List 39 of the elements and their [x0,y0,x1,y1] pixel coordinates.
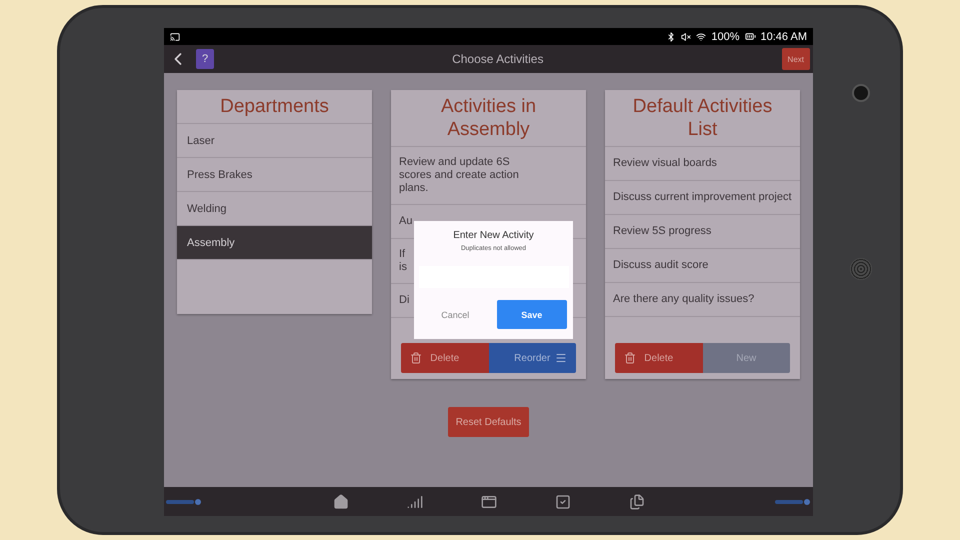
cancel-button[interactable]: Cancel [420,300,490,329]
next-button[interactable]: Next [782,48,810,70]
card-title: Default Activities List [605,90,800,147]
card-title: Activities in Assembly [391,90,586,147]
clock: 10:46 AM [760,30,807,42]
documents-icon[interactable] [628,494,644,510]
activity-item[interactable]: Discuss audit score [605,249,800,283]
reorder-button[interactable]: Reorder [488,343,576,373]
help-button[interactable]: ? [196,49,214,69]
department-item[interactable]: Press Brakes [177,158,372,192]
activity-item[interactable]: Are there any quality issues? [605,283,800,317]
activity-item[interactable]: Discuss current improvement project [605,181,800,215]
card-title: Departments [177,90,372,124]
battery-level: 100% [711,30,740,42]
delete-button[interactable]: Delete [401,343,488,373]
activity-item[interactable]: Review visual boards [605,147,800,181]
screen-title: Choose Activities [451,52,544,66]
department-item[interactable]: Assembly [177,226,372,260]
speaker-icon [850,258,872,280]
mute-icon [681,32,692,42]
save-button[interactable]: Save [496,300,567,329]
menu-icon [555,352,567,364]
camera-icon [852,84,870,102]
reset-defaults-button[interactable]: Reset Defaults [448,407,530,437]
battery-icon [744,31,756,42]
bluetooth-icon [666,32,676,42]
cast-icon [170,32,180,42]
department-item[interactable]: Laser [177,124,372,158]
trash-icon [410,352,422,364]
checkbox-icon[interactable] [554,494,570,510]
delete-button[interactable]: Delete [615,343,702,373]
wifi-icon [696,32,706,42]
window-icon[interactable] [480,494,496,510]
trash-icon [624,352,636,364]
home-icon[interactable] [332,494,348,510]
activity-item[interactable]: Review 5S progress [605,215,800,249]
dialog-title: Enter New Activity [453,230,534,241]
activity-item[interactable]: Review and update 6S scores and create action plans. [391,147,586,205]
signal-bars-icon[interactable] [406,494,422,510]
